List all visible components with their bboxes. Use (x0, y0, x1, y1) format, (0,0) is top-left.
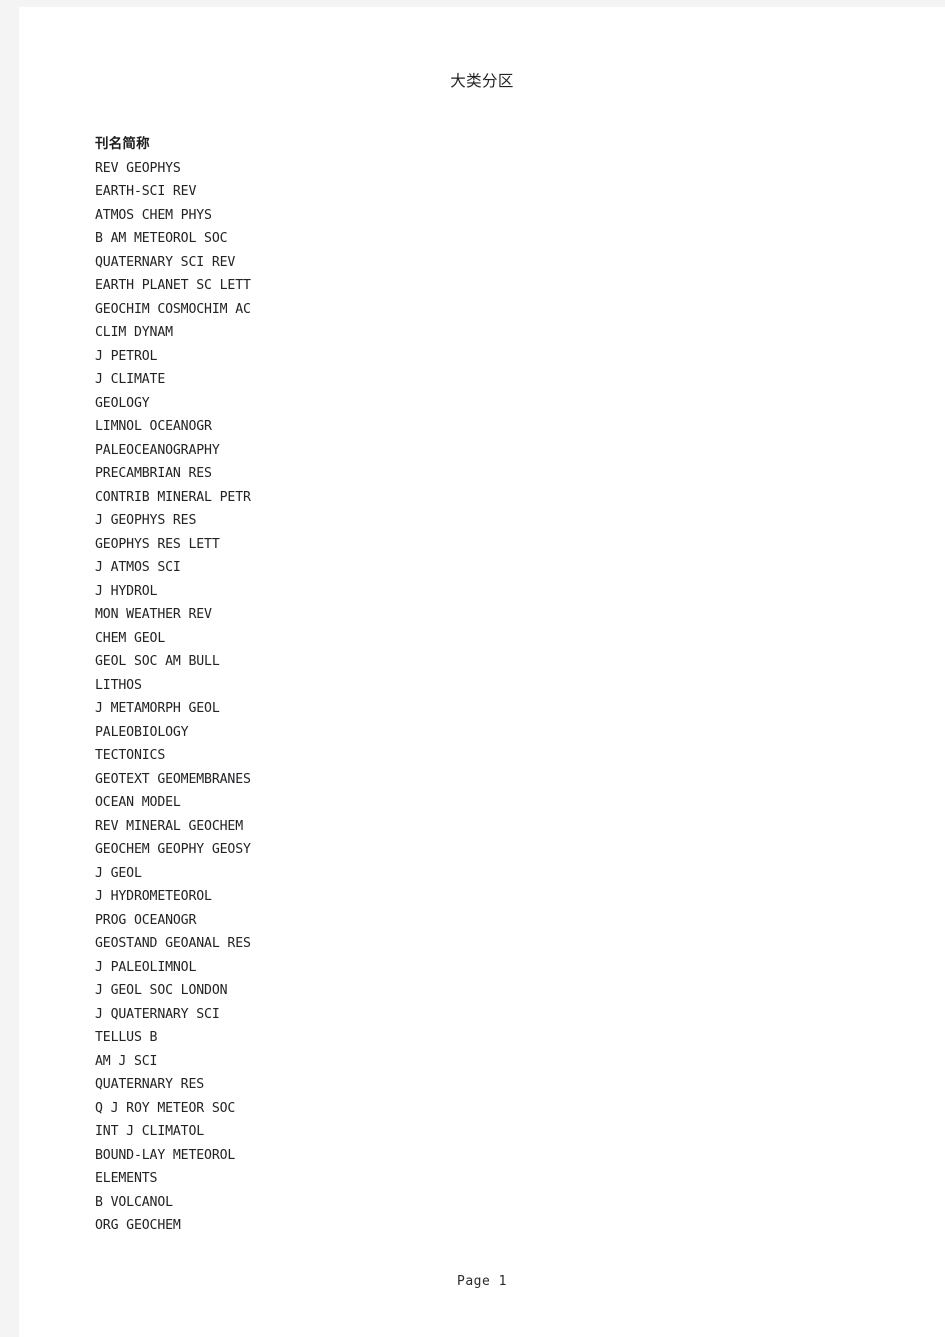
list-item: PALEOBIOLOGY (95, 724, 189, 740)
list-item: B VOLCANOL (95, 1194, 173, 1210)
list-item: PROG OCEANOGR (95, 912, 197, 928)
list-item: J QUATERNARY SCI (95, 1006, 220, 1022)
list-item: GEOPHYS RES LETT (95, 536, 220, 552)
list-item: ELEMENTS (95, 1171, 158, 1186)
list-item: OCEAN MODEL (95, 795, 181, 810)
list-item: GEOLOGY (95, 395, 150, 411)
list-item: PALEOCEANOGRAPHY (95, 442, 220, 458)
list-item: CLIM DYNAM (95, 325, 173, 340)
list-item: J GEOL (95, 865, 142, 881)
list-item: J METAMORPH GEOL (95, 701, 220, 716)
list-item: GEOCHIM COSMOCHIM AC (95, 301, 251, 317)
list-item: REV MINERAL GEOCHEM (95, 818, 244, 834)
list-item: TELLUS B (95, 1030, 158, 1045)
list-item: B AM METEOROL SOC (95, 231, 228, 246)
list-item: J HYDROMETEOROL (95, 889, 212, 904)
list-item: J GEOPHYS RES (95, 513, 197, 528)
journal-list-rows: REV GEOPHYS EARTH-SCI REV ATMOS CHEM PHYS B… (95, 157, 515, 1238)
list-item: PRECAMBRIAN RES (95, 466, 212, 481)
list-item: EARTH-SCI REV (95, 184, 197, 199)
list-item: LITHOS (95, 677, 142, 693)
journal-list: 刊名简称 REV GEOPHYS EARTH-SCI REV ATMOS CHEM … (95, 133, 515, 1238)
list-item: J PETROL (95, 348, 158, 364)
list-item: GEOL SOC AM BULL (95, 654, 220, 669)
list-item: J HYDROL (95, 583, 158, 599)
list-item: LIMNOL OCEANOGR (95, 419, 212, 434)
list-item: GEOTEXT GEOMEMBRANES (95, 771, 251, 787)
list-item: J GEOL SOC LONDON (95, 983, 228, 998)
page-title: 大类分区 (450, 72, 514, 90)
list-item: ORG GEOCHEM (95, 1218, 181, 1233)
list-item: Q J ROY METEOR SOC (95, 1100, 236, 1116)
list-item: ATMOS CHEM PHYS (95, 207, 212, 223)
page-footer-label: Page 1 (457, 1274, 507, 1289)
list-item: TECTONICS (95, 748, 166, 763)
list-item: BOUND-LAY METEOROL (95, 1147, 236, 1163)
document-page: 大类分区 刊名简称 REV GEOPHYS EARTH-SCI REV ATMOS … (19, 7, 945, 1337)
list-item: J ATMOS SCI (95, 560, 181, 575)
list-item: AM J SCI (95, 1053, 158, 1069)
list-item: EARTH PLANET SC LETT (95, 278, 251, 293)
list-item: GEOSTAND GEOANAL RES (95, 936, 251, 951)
list-item: J CLIMATE (95, 372, 166, 387)
list-item: GEOCHEM GEOPHY GEOSY (95, 842, 251, 857)
list-item: CHEM GEOL (95, 630, 166, 646)
list-item: CONTRIB MINERAL PETR (95, 489, 251, 505)
list-item: QUATERNARY RES (95, 1077, 205, 1092)
list-item: QUATERNARY SCI REV (95, 254, 236, 270)
list-item: MON WEATHER REV (95, 607, 212, 622)
list-item: INT J CLIMATOL (95, 1124, 205, 1139)
column-header-journal-abbreviation: 刊名简称 (95, 136, 150, 152)
list-item: J PALEOLIMNOL (95, 959, 197, 975)
list-item: REV GEOPHYS (95, 160, 181, 176)
